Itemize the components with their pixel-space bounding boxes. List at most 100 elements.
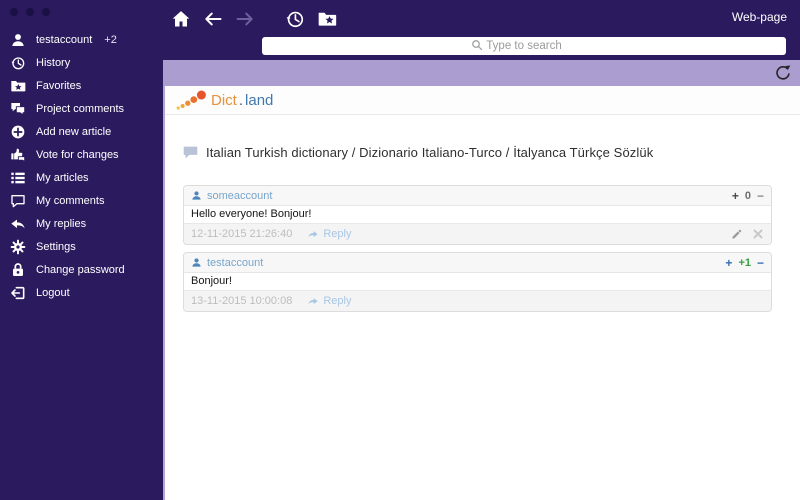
sidebar-item-logout[interactable]: Logout (0, 281, 163, 304)
reply-arrow-icon (308, 297, 318, 304)
sidebar-item-history[interactable]: History (0, 51, 163, 74)
window-control-zoom[interactable] (42, 8, 50, 16)
sidebar-item-label: History (36, 56, 71, 69)
logo-text-land: land (245, 91, 274, 109)
user-icon (191, 257, 202, 268)
comment-card: someaccount + 0 − Hello everyone! Bonjou… (183, 185, 772, 245)
sidebar-account-badge: +2 (104, 33, 117, 46)
sidebar-item-add-article[interactable]: Add new article (0, 120, 163, 143)
sidebar-item-label: My replies (36, 217, 87, 230)
comment-author-link[interactable]: testaccount (207, 257, 263, 269)
vote-down-button[interactable]: − (757, 256, 764, 270)
my-articles-icon (10, 170, 26, 186)
close-icon (753, 229, 763, 239)
window-control-close[interactable] (10, 8, 18, 16)
reply-label: Reply (323, 295, 352, 307)
back-button[interactable] (202, 8, 223, 29)
logo-dots-icon (176, 90, 206, 110)
sidebar-item-label: My articles (36, 171, 89, 184)
sidebar-item-label: My comments (36, 194, 105, 207)
settings-gear-icon (10, 239, 26, 255)
forward-button[interactable] (234, 8, 255, 29)
sidebar-item-settings[interactable]: Settings (0, 235, 163, 258)
comment-footer: 12-11-2015 21:26:40 Reply (184, 223, 771, 244)
logo-text-dot: . (238, 91, 244, 109)
comment-author-link[interactable]: someaccount (207, 190, 272, 202)
favorites-folder-icon (10, 78, 26, 94)
edit-comment-button[interactable] (731, 228, 743, 240)
page-content: Italian Turkish dictionary / Dizionario … (165, 115, 800, 500)
bookmarks-button[interactable] (316, 8, 337, 29)
page-title-row: Italian Turkish dictionary / Dizionario … (183, 145, 772, 160)
sidebar-menu: testaccount +2 History Favorites Project… (0, 18, 163, 304)
top-navbar: Web-page (163, 0, 800, 60)
app-window: testaccount +2 History Favorites Project… (0, 0, 800, 500)
sidebar-item-label: Favorites (36, 79, 82, 92)
forward-arrow-icon (236, 12, 253, 25)
refresh-icon (776, 65, 791, 80)
webpage-label: Web-page (731, 10, 787, 24)
sidebar-item-favorites[interactable]: Favorites (0, 74, 163, 97)
sidebar-item-label: Add new article (36, 125, 112, 138)
user-icon (10, 32, 26, 48)
sidebar-item-change-password[interactable]: Change password (0, 258, 163, 281)
my-comments-icon (10, 193, 26, 209)
project-comments-icon (10, 101, 26, 117)
search-bar (262, 36, 786, 55)
comment-timestamp: 13-11-2015 10:00:08 (191, 295, 293, 307)
sidebar-item-label: Project comments (36, 102, 125, 115)
comment-text: Hello everyone! Bonjour! (191, 208, 312, 220)
sidebar-item-label: Change password (36, 263, 125, 276)
reply-button[interactable]: Reply (307, 228, 351, 240)
sidebar: testaccount +2 History Favorites Project… (0, 0, 163, 500)
user-icon (191, 190, 202, 201)
site-header: Dict . land (165, 86, 800, 115)
vote-up-button[interactable]: + (725, 256, 732, 270)
vote-up-button[interactable]: + (732, 189, 739, 203)
site-logo[interactable]: Dict . land (165, 86, 273, 114)
content-left-border (163, 86, 165, 500)
window-controls (0, 0, 163, 18)
comment-header: someaccount + 0 − (184, 186, 771, 206)
history-icon (10, 55, 26, 71)
sidebar-item-my-comments[interactable]: My comments (0, 189, 163, 212)
lock-icon (10, 262, 26, 278)
vote-changes-icon (10, 147, 26, 163)
vote-score: 0 (744, 189, 751, 202)
sidebar-item-label: Settings (36, 240, 76, 253)
delete-comment-button[interactable] (752, 228, 764, 240)
page-toolbar (163, 60, 800, 86)
sidebar-item-label: Vote for changes (36, 148, 119, 161)
search-input[interactable] (262, 37, 786, 55)
reply-button[interactable]: Reply (307, 295, 351, 307)
logo-text-dict: Dict (211, 91, 237, 109)
home-icon (172, 10, 189, 26)
vote-down-button[interactable]: − (757, 189, 764, 203)
sidebar-item-vote-changes[interactable]: Vote for changes (0, 143, 163, 166)
nav-buttons (163, 0, 800, 29)
comment-footer: 13-11-2015 10:00:08 Reply (184, 290, 771, 311)
sidebar-account[interactable]: testaccount +2 (0, 28, 163, 51)
history-button[interactable] (284, 8, 305, 29)
sidebar-item-my-articles[interactable]: My articles (0, 166, 163, 189)
pencil-icon (732, 229, 742, 239)
home-button[interactable] (170, 8, 191, 29)
back-arrow-icon (204, 12, 221, 25)
window-control-minimize[interactable] (26, 8, 34, 16)
vote-controls: + +1 − (725, 256, 764, 270)
comment-timestamp: 12-11-2015 21:26:40 (191, 228, 293, 240)
comment-text: Bonjour! (191, 275, 232, 287)
comment-header: testaccount + +1 − (184, 253, 771, 273)
sidebar-item-label: Logout (36, 286, 70, 299)
vote-controls: + 0 − (732, 189, 764, 203)
reply-arrow-icon (308, 230, 318, 237)
bookmarks-folder-icon (318, 12, 336, 26)
history-icon (286, 11, 303, 27)
comment-card: testaccount + +1 − Bonjour! 13-11-2015 1… (183, 252, 772, 312)
vote-score: +1 (738, 256, 751, 269)
comment-bubble-icon (183, 146, 198, 159)
refresh-button[interactable] (774, 64, 792, 82)
comment-actions (731, 228, 764, 240)
sidebar-item-project-comments[interactable]: Project comments (0, 97, 163, 120)
sidebar-item-my-replies[interactable]: My replies (0, 212, 163, 235)
